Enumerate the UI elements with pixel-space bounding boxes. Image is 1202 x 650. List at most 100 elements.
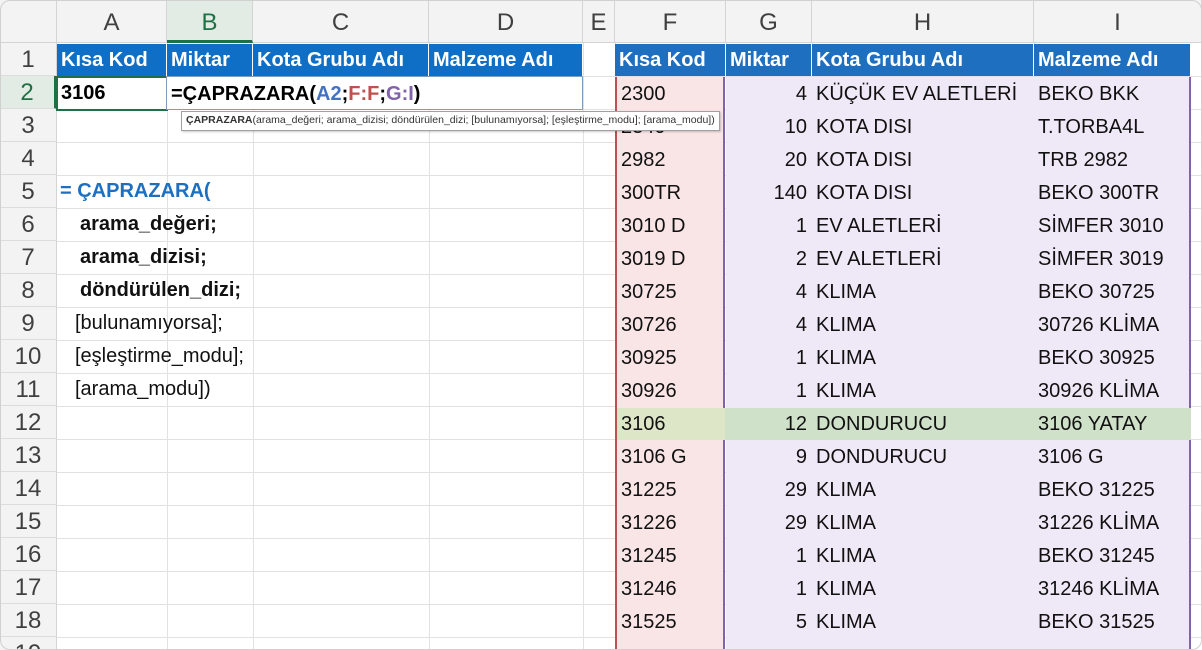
table-cell-miktar[interactable]: 2 xyxy=(727,242,812,275)
row-header-17[interactable]: 17 xyxy=(0,571,57,604)
table-cell-malzeme-adi[interactable]: TRB 2982 xyxy=(1034,143,1191,176)
table-cell-kota-grubu[interactable]: DONDURUCU xyxy=(812,440,1034,473)
table-cell-kota-grubu[interactable]: EV ALETLERİ xyxy=(812,209,1034,242)
table-cell-kota-grubu[interactable]: KLIMA xyxy=(812,605,1034,638)
column-header-g[interactable]: G xyxy=(726,0,812,43)
table-cell-kisa-kod[interactable]: 30926 xyxy=(617,374,725,407)
table-cell-miktar[interactable]: 4 xyxy=(727,77,812,110)
row-header-6[interactable]: 6 xyxy=(0,208,57,241)
table-cell-malzeme-adi[interactable]: BEKO 300TR xyxy=(1034,176,1191,209)
row-header-7[interactable]: 7 xyxy=(0,241,57,274)
row-header-10[interactable]: 10 xyxy=(0,340,57,373)
table-cell-kisa-kod[interactable]: 31246 xyxy=(617,572,725,605)
table-cell-kisa-kod[interactable]: 31226 xyxy=(617,506,725,539)
table-cell-kota-grubu[interactable]: KÜÇÜK EV ALETLERİ xyxy=(812,77,1034,110)
table-cell-miktar[interactable]: 4 xyxy=(727,308,812,341)
cell-b2-formula-editor[interactable]: =ÇAPRAZARA(A2;F:F;G:I) xyxy=(166,76,583,110)
table-cell-kisa-kod[interactable]: 31225 xyxy=(617,473,725,506)
row-header-5[interactable]: 5 xyxy=(0,175,57,208)
row-header-14[interactable]: 14 xyxy=(0,472,57,505)
column-header-f[interactable]: F xyxy=(615,0,726,43)
table-cell-malzeme-adi[interactable]: 3106 G xyxy=(1034,440,1191,473)
table-cell-kota-grubu[interactable]: KOTA DISI xyxy=(812,110,1034,143)
table-cell-kisa-kod[interactable]: 31525 xyxy=(617,605,725,638)
table-cell-miktar[interactable]: 1 xyxy=(727,374,812,407)
table-cell-malzeme-adi[interactable]: BEKO 30725 xyxy=(1034,275,1191,308)
table-cell-malzeme-adi[interactable]: BEKO 31245 xyxy=(1034,539,1191,572)
column-header-a[interactable]: A xyxy=(57,0,167,43)
table-cell-malzeme-adi[interactable]: 3106 YATAY xyxy=(1034,407,1191,440)
table-cell-malzeme-adi[interactable]: BEKO 30925 xyxy=(1034,341,1191,374)
header-miktar-right: Miktar xyxy=(726,44,812,76)
table-cell-miktar[interactable]: 29 xyxy=(727,473,812,506)
table-cell-kisa-kod[interactable]: 3019 D xyxy=(617,242,725,275)
table-cell-kisa-kod[interactable]: 31245 xyxy=(617,539,725,572)
table-cell-kota-grubu[interactable]: KLIMA xyxy=(812,374,1034,407)
table-cell-kota-grubu[interactable]: KLIMA xyxy=(812,308,1034,341)
table-cell-miktar[interactable]: 4 xyxy=(727,275,812,308)
table-cell-kisa-kod[interactable]: 3010 D xyxy=(617,209,725,242)
table-cell-kota-grubu[interactable]: KLIMA xyxy=(812,473,1034,506)
table-cell-kota-grubu[interactable]: DONDURUCU xyxy=(812,407,1034,440)
table-cell-kisa-kod[interactable]: 30726 xyxy=(617,308,725,341)
table-cell-malzeme-adi[interactable]: 31246 KLİMA xyxy=(1034,572,1191,605)
tooltip-function-name[interactable]: ÇAPRAZARA xyxy=(186,114,253,126)
row-header-15[interactable]: 15 xyxy=(0,505,57,538)
table-cell-kisa-kod[interactable]: 30925 xyxy=(617,341,725,374)
row-header-4[interactable]: 4 xyxy=(0,142,57,175)
table-cell-kisa-kod[interactable]: 2300 xyxy=(617,77,725,110)
table-cell-miktar[interactable]: 12 xyxy=(727,407,812,440)
row-header-9[interactable]: 9 xyxy=(0,307,57,340)
table-cell-miktar[interactable]: 1 xyxy=(727,209,812,242)
table-cell-malzeme-adi[interactable]: 30726 KLİMA xyxy=(1034,308,1191,341)
table-cell-malzeme-adi[interactable]: T.TORBA4L xyxy=(1034,110,1191,143)
table-cell-miktar[interactable]: 9 xyxy=(727,440,812,473)
column-header-i[interactable]: I xyxy=(1034,0,1202,43)
column-header-b[interactable]: B xyxy=(167,0,253,43)
table-cell-kisa-kod[interactable]: 3106 xyxy=(617,407,725,440)
table-cell-kota-grubu[interactable]: KLIMA xyxy=(812,572,1034,605)
table-cell-kisa-kod[interactable]: 300TR xyxy=(617,176,725,209)
table-cell-kisa-kod[interactable]: 2982 xyxy=(617,143,725,176)
table-cell-miktar[interactable]: 10 xyxy=(727,110,812,143)
row-header-16[interactable]: 16 xyxy=(0,538,57,571)
column-header-h[interactable]: H xyxy=(812,0,1034,43)
table-cell-miktar[interactable]: 5 xyxy=(727,605,812,638)
row-header-2[interactable]: 2 xyxy=(0,76,57,109)
table-cell-kota-grubu[interactable]: KLIMA xyxy=(812,539,1034,572)
row-header-19[interactable]: 19 xyxy=(0,637,57,650)
table-cell-miktar[interactable]: 29 xyxy=(727,506,812,539)
select-all-corner[interactable] xyxy=(0,0,57,43)
row-header-3[interactable]: 3 xyxy=(0,109,57,142)
table-cell-kisa-kod[interactable]: 30725 xyxy=(617,275,725,308)
row-header-1[interactable]: 1 xyxy=(0,43,57,76)
table-cell-miktar[interactable]: 1 xyxy=(727,539,812,572)
table-cell-malzeme-adi[interactable]: SİMFER 3010 xyxy=(1034,209,1191,242)
column-header-d[interactable]: D xyxy=(429,0,583,43)
table-cell-kota-grubu[interactable]: KLIMA xyxy=(812,275,1034,308)
table-cell-malzeme-adi[interactable]: BEKO 31225 xyxy=(1034,473,1191,506)
function-argument-tooltip[interactable]: ÇAPRAZARA(arama_değeri; arama_dizisi; dö… xyxy=(181,111,720,131)
table-cell-kisa-kod[interactable]: 3106 G xyxy=(617,440,725,473)
row-header-11[interactable]: 11 xyxy=(0,373,57,406)
column-header-e[interactable]: E xyxy=(583,0,615,43)
table-cell-malzeme-adi[interactable]: BEKO BKK xyxy=(1034,77,1191,110)
row-header-13[interactable]: 13 xyxy=(0,439,57,472)
table-cell-miktar[interactable]: 1 xyxy=(727,341,812,374)
table-cell-kota-grubu[interactable]: EV ALETLERİ xyxy=(812,242,1034,275)
row-header-8[interactable]: 8 xyxy=(0,274,57,307)
table-cell-kota-grubu[interactable]: KLIMA xyxy=(812,506,1034,539)
table-cell-malzeme-adi[interactable]: SİMFER 3019 xyxy=(1034,242,1191,275)
table-cell-kota-grubu[interactable]: KOTA DISI xyxy=(812,143,1034,176)
row-header-18[interactable]: 18 xyxy=(0,604,57,637)
table-cell-malzeme-adi[interactable]: 30926 KLİMA xyxy=(1034,374,1191,407)
table-cell-malzeme-adi[interactable]: 31226 KLİMA xyxy=(1034,506,1191,539)
table-cell-kota-grubu[interactable]: KLIMA xyxy=(812,341,1034,374)
row-header-12[interactable]: 12 xyxy=(0,406,57,439)
table-cell-miktar[interactable]: 140 xyxy=(727,176,812,209)
table-cell-miktar[interactable]: 1 xyxy=(727,572,812,605)
table-cell-malzeme-adi[interactable]: BEKO 31525 xyxy=(1034,605,1191,638)
column-header-c[interactable]: C xyxy=(253,0,429,43)
table-cell-kota-grubu[interactable]: KOTA DISI xyxy=(812,176,1034,209)
table-cell-miktar[interactable]: 20 xyxy=(727,143,812,176)
